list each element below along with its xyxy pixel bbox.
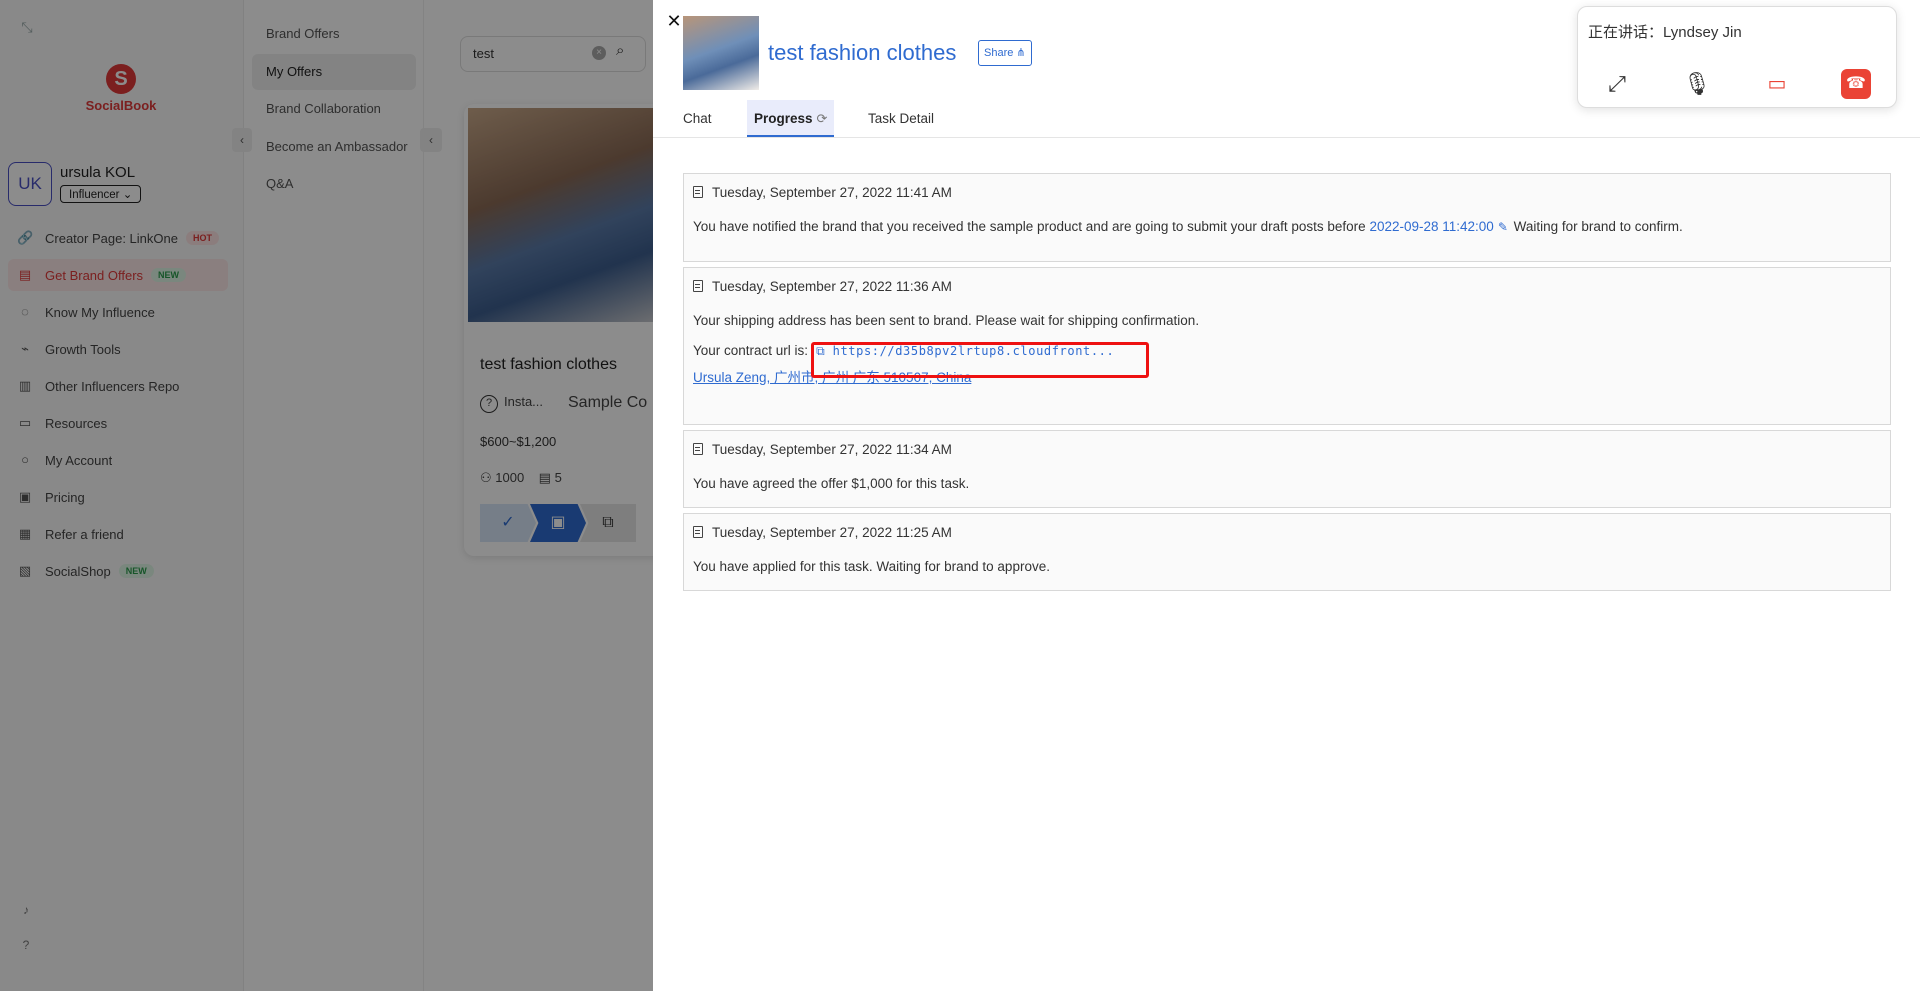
tab-task-detail[interactable]: Task Detail (861, 100, 941, 137)
entry-timestamp: Tuesday, September 27, 2022 11:41 AM (712, 185, 952, 200)
entry-timestamp: Tuesday, September 27, 2022 11:25 AM (712, 525, 952, 540)
timeline-entry: Tuesday, September 27, 2022 11:36 AM You… (683, 267, 1891, 425)
entry-text: You have notified the brand that you rec… (693, 219, 1366, 234)
entry-text: You have applied for this task. Waiting … (693, 559, 1050, 574)
call-speaker-label: 正在讲话：Lyndsey Jin (1588, 24, 1742, 41)
contract-label: Your contract url is: (693, 343, 809, 358)
progress-timeline: Tuesday, September 27, 2022 11:41 AM You… (683, 173, 1891, 596)
entry-timestamp: Tuesday, September 27, 2022 11:36 AM (712, 279, 952, 294)
microphone-icon[interactable]: 🎙 (1682, 69, 1712, 99)
document-icon (693, 280, 703, 292)
timeline-entry: Tuesday, September 27, 2022 11:25 AM You… (683, 513, 1891, 591)
tab-progress[interactable]: Progress ⟳ (747, 100, 835, 137)
document-icon (693, 186, 703, 198)
product-thumbnail (683, 16, 759, 90)
share-button[interactable]: Share ⋔ (978, 40, 1032, 66)
contract-url-link[interactable]: https://d35b8pv2lrtup8.cloudfront... (833, 344, 1115, 358)
modal-backdrop[interactable] (0, 0, 653, 991)
share-icon: ⋔ (1016, 47, 1026, 59)
entry-timestamp: Tuesday, September 27, 2022 11:34 AM (712, 442, 952, 457)
document-icon (693, 526, 703, 538)
close-icon[interactable]: ✕ (665, 10, 683, 32)
call-widget: 正在讲话：Lyndsey Jin ⤢ 🎙 ▭ ☎ (1577, 6, 1897, 108)
document-icon (693, 443, 703, 455)
share-label: Share (984, 47, 1014, 59)
video-off-icon[interactable]: ▭ (1762, 69, 1792, 99)
tab-chat[interactable]: Chat (676, 100, 719, 137)
timeline-entry: Tuesday, September 27, 2022 11:41 AM You… (683, 173, 1891, 262)
drawer-title[interactable]: test fashion clothes (768, 40, 956, 66)
edit-icon[interactable]: ✎ (1498, 220, 1508, 234)
entry-text: You have agreed the offer $1,000 for thi… (693, 476, 970, 491)
entry-text-after: Waiting for brand to confirm. (1513, 219, 1683, 234)
timeline-entry: Tuesday, September 27, 2022 11:34 AM You… (683, 430, 1891, 508)
entry-text: Your shipping address has been sent to b… (693, 313, 1200, 328)
deadline-date-link[interactable]: 2022-09-28 11:42:00 (1369, 219, 1493, 234)
copy-icon[interactable]: ⧉ (816, 344, 825, 358)
offer-detail-drawer: ✕ test fashion clothes Share ⋔ Chat Prog… (653, 0, 1920, 991)
tab-progress-label: Progress (754, 111, 813, 126)
refresh-icon[interactable]: ⟳ (817, 111, 828, 126)
shipping-address-link[interactable]: Ursula Zeng, 广州市, 广州 广东 510507, China (693, 366, 971, 386)
expand-icon[interactable]: ⤢ (1602, 69, 1632, 99)
hang-up-icon[interactable]: ☎ (1841, 69, 1871, 99)
